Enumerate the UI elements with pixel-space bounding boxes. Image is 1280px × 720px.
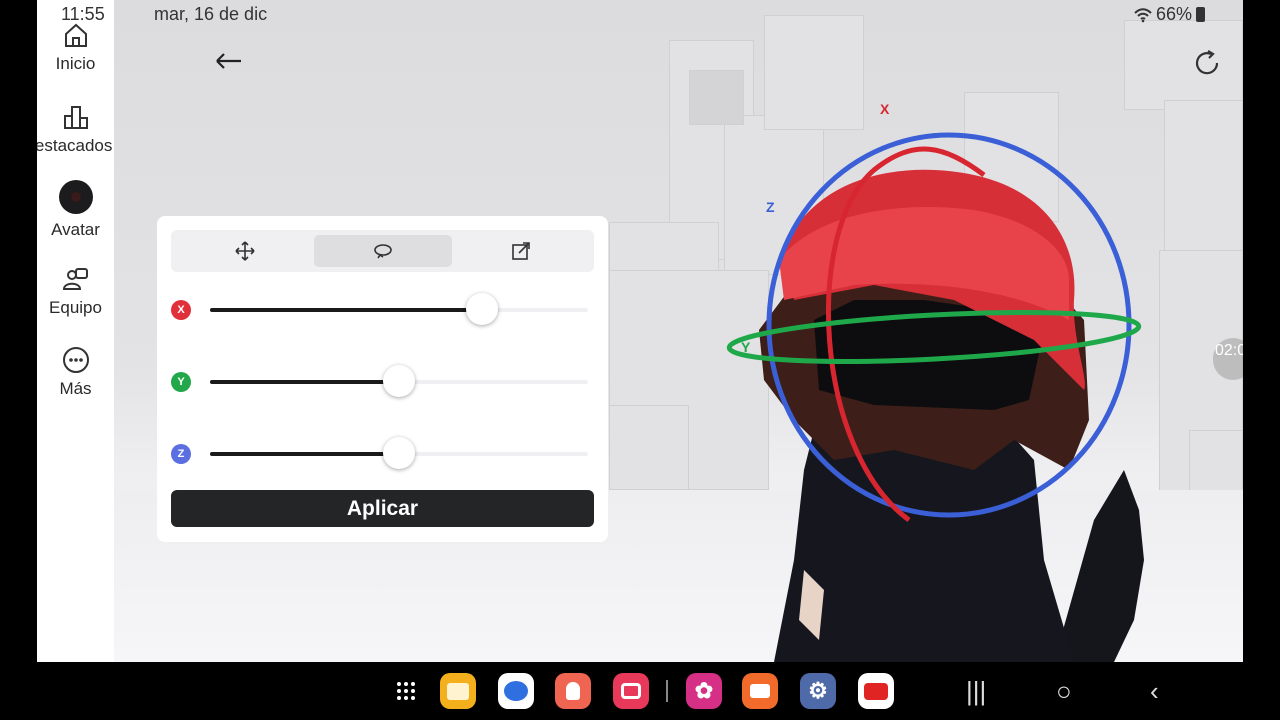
- sidebar-item-equipo[interactable]: Equipo: [37, 264, 114, 318]
- wifi-icon: [1134, 7, 1152, 22]
- arrow-left-icon: [216, 53, 241, 69]
- gizmo-y-label: Y: [741, 339, 751, 355]
- messages-icon[interactable]: [498, 673, 534, 709]
- settings-icon[interactable]: ⚙: [800, 673, 836, 709]
- slider-z-track[interactable]: [210, 437, 588, 469]
- sidebar-item-destacados[interactable]: Destacados: [37, 102, 114, 156]
- sidebar-item-label: Inicio: [55, 54, 96, 73]
- sidebar-item-label: Destacados: [37, 136, 113, 155]
- slider-x-track[interactable]: [210, 293, 588, 325]
- refresh-button[interactable]: [1192, 48, 1224, 80]
- slider-z-thumb[interactable]: [383, 437, 415, 469]
- slider-y-track[interactable]: [210, 365, 588, 397]
- gizmo-z-label: Z: [766, 199, 775, 215]
- apply-button[interactable]: Aplicar: [171, 490, 594, 527]
- refresh-icon: [1195, 50, 1219, 75]
- transform-mode-tabs: [171, 230, 594, 272]
- sidebar-item-label: Equipo: [49, 298, 102, 317]
- apps-grid-icon[interactable]: [388, 673, 424, 709]
- timer-badge: 02:0: [1213, 338, 1243, 380]
- android-taskbar: ✿ ⚙ ||| ○ ‹: [0, 662, 1280, 720]
- home-button[interactable]: ○: [1056, 676, 1072, 707]
- sidebar: Inicio Destacados Avatar Equipo Más: [37, 0, 114, 662]
- back-button[interactable]: [214, 46, 248, 80]
- sidebar-item-inicio[interactable]: Inicio: [37, 20, 114, 74]
- status-time: 11:55: [61, 4, 105, 24]
- axis-badge-z: Z: [171, 444, 191, 464]
- transform-panel: X Y Z Aplicar: [157, 216, 608, 542]
- recent-apps-button[interactable]: |||: [966, 676, 986, 707]
- sidebar-item-label: Avatar: [51, 220, 100, 239]
- battery-text: 66%: [1155, 4, 1192, 24]
- contacts-icon[interactable]: [555, 673, 591, 709]
- files-icon[interactable]: [440, 673, 476, 709]
- scale-icon: [512, 242, 530, 260]
- youtube-icon[interactable]: [858, 673, 894, 709]
- app-screen: X Z Y Inicio Destacados Avatar Equipo Má…: [37, 0, 1243, 662]
- move-icon: [235, 241, 255, 261]
- status-indicators: 66%: [1134, 4, 1205, 25]
- screen-recorder-icon[interactable]: [742, 673, 778, 709]
- status-date: mar, 16 de dic: [154, 4, 268, 24]
- axis-badge-y: Y: [171, 372, 191, 392]
- sidebar-item-avatar[interactable]: Avatar: [37, 180, 114, 240]
- avatar-icon: [58, 180, 93, 214]
- sidebar-item-mas[interactable]: Más: [37, 345, 114, 399]
- chart-icon: [63, 106, 88, 129]
- sidebar-item-label: Más: [59, 379, 92, 398]
- team-icon: [62, 268, 88, 290]
- slider-x-thumb[interactable]: [466, 293, 499, 325]
- back-nav-button[interactable]: ‹: [1150, 676, 1159, 707]
- gallery-icon[interactable]: ✿: [686, 673, 722, 709]
- taskbar-separator: [666, 680, 668, 702]
- slider-y-thumb[interactable]: [383, 365, 415, 397]
- tab-move[interactable]: [176, 235, 314, 267]
- camera-icon[interactable]: [613, 673, 649, 709]
- battery-icon: [1196, 7, 1205, 22]
- axis-badge-x: X: [171, 300, 191, 320]
- slider-z-fill: [210, 452, 399, 456]
- slider-y-fill: [210, 380, 399, 384]
- slider-x-fill: [210, 308, 483, 312]
- more-icon: [62, 347, 89, 373]
- tab-scale[interactable]: [452, 235, 590, 267]
- gizmo-x-label: X: [880, 101, 890, 117]
- tab-rotate[interactable]: [314, 235, 452, 267]
- rotate-icon: [374, 244, 392, 259]
